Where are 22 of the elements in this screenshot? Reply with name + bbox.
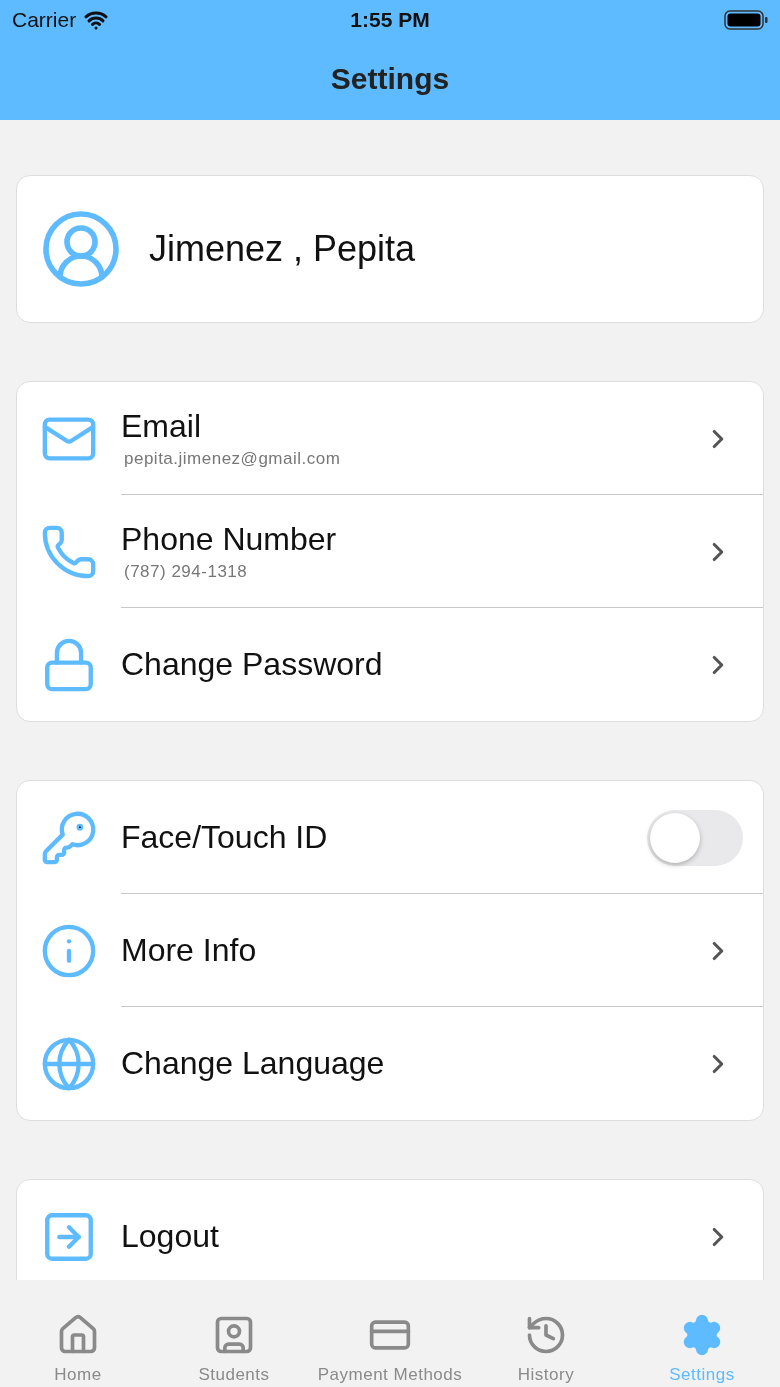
settings-row[interactable]: Change Password bbox=[17, 608, 763, 721]
row-title: Logout bbox=[121, 1218, 220, 1255]
settings-row[interactable]: Email pepita.jimenez@gmail.com bbox=[17, 382, 763, 495]
settings-row[interactable]: More Info bbox=[17, 894, 763, 1007]
toggle-switch[interactable] bbox=[647, 809, 743, 866]
row-subtitle: (787) 294-1318 bbox=[124, 562, 249, 582]
row-title: Change Language bbox=[121, 1045, 386, 1082]
settings-row[interactable]: Change Language bbox=[17, 1007, 763, 1120]
row-title: Change Password bbox=[121, 646, 384, 683]
user-name: Jimenez , Pepita bbox=[149, 228, 416, 270]
row-title: Email bbox=[121, 408, 202, 445]
settings-row[interactable]: Phone Number (787) 294-1318 bbox=[17, 495, 763, 608]
clock-time: 1:55 PM bbox=[350, 8, 430, 32]
row-title: Face/Touch ID bbox=[121, 819, 329, 856]
settings-row[interactable]: Logout bbox=[17, 1180, 763, 1280]
row-title: Phone Number bbox=[121, 521, 338, 558]
settings-row[interactable]: Face/Touch ID bbox=[17, 781, 763, 894]
row-title: More Info bbox=[121, 932, 258, 969]
row-subtitle: pepita.jimenez@gmail.com bbox=[124, 449, 342, 469]
battery-icon bbox=[724, 10, 768, 30]
carrier-label: Carrier bbox=[12, 8, 77, 32]
screen-title: Settings bbox=[329, 61, 451, 97]
